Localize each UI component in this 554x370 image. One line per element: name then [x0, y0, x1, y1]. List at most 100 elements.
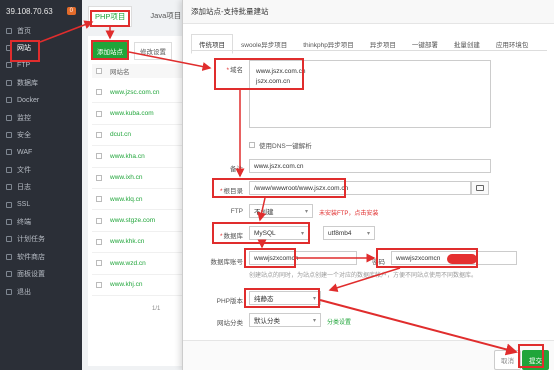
sidebar-item-terminal[interactable]: 终端	[0, 213, 82, 230]
ftp-install-warning[interactable]: 未安装FTP，点击安装	[319, 208, 378, 217]
php-version-label: PHP版本	[216, 298, 243, 305]
row-checkbox[interactable]	[96, 131, 102, 138]
category-label: 网站分类	[217, 320, 243, 327]
sidebar-item-cron[interactable]: 计划任务	[0, 231, 82, 248]
project-tabs: PHP项目 Java项目	[88, 6, 187, 27]
tab-php-project[interactable]: PHP项目	[88, 6, 133, 27]
db-account-input[interactable]: wwwjszxcomcn	[249, 251, 357, 265]
php-version-select[interactable]: 纯静态	[249, 291, 321, 305]
sidebar-item-monitor[interactable]: 监控	[0, 109, 82, 126]
site-list-card: 添加站点 修改设置 网站名 www.jzsc.com.cn www.kuba.c…	[88, 36, 188, 366]
sidebar-item-store[interactable]: 软件商店	[0, 248, 82, 265]
pagination[interactable]: 1/1	[152, 306, 160, 312]
domain-line: jszx.com.cn	[256, 78, 290, 85]
column-site-name: 网站名	[110, 69, 130, 76]
row-checkbox[interactable]	[96, 153, 102, 160]
database-icon	[6, 79, 12, 86]
redaction-mark	[447, 254, 477, 264]
tab-batch-create[interactable]: 批量创建	[446, 34, 488, 54]
tab-one-click-deploy[interactable]: 一键部署	[404, 34, 446, 54]
sidebar-item-home[interactable]: 首页	[0, 22, 82, 39]
sidebar-item-ftp[interactable]: FTP	[0, 57, 82, 74]
sidebar-item-database[interactable]: 数据库	[0, 74, 82, 91]
gear-icon	[6, 271, 12, 278]
globe-icon	[6, 45, 12, 52]
table-row[interactable]: www.kuba.com	[92, 103, 184, 125]
tab-traditional[interactable]: 传统项目	[191, 34, 233, 54]
row-checkbox[interactable]	[96, 89, 102, 96]
submit-button[interactable]: 提交	[522, 350, 549, 370]
root-dir-label: *根目录	[219, 188, 243, 195]
sidebar-item-website[interactable]: 网站	[0, 39, 82, 56]
select-all-checkbox[interactable]	[96, 68, 102, 74]
sidebar-item-files[interactable]: 文件	[0, 161, 82, 178]
domain-label: *域名	[226, 67, 243, 74]
charset-select[interactable]: utf8mb4	[323, 226, 375, 240]
table-row[interactable]: www.khk.cn	[92, 232, 184, 254]
store-icon	[6, 253, 12, 260]
sidebar-item-waf[interactable]: WAF	[0, 144, 82, 161]
root-dir-input[interactable]: /www/wwwroot/www.jszx.com.cn	[249, 181, 471, 195]
notification-badge[interactable]: 0	[66, 7, 76, 15]
sidebar-item-logout[interactable]: 退出	[0, 283, 82, 300]
dialog-title: 添加站点-支持批量建站	[183, 0, 554, 24]
table-row[interactable]: www.khj.cn	[92, 275, 184, 296]
remark-label: 备注	[230, 166, 243, 173]
ftp-icon	[6, 62, 12, 69]
cancel-button[interactable]: 取消	[494, 350, 521, 370]
table-row[interactable]: www.stgze.com	[92, 210, 184, 232]
clock-icon	[6, 236, 12, 243]
category-settings-link[interactable]: 分类设置	[327, 317, 351, 326]
db-account-label: 数据库账号	[210, 259, 244, 266]
tab-app-env[interactable]: 应用环境包	[488, 34, 537, 54]
remark-input[interactable]: www.jszx.com.cn	[249, 159, 491, 173]
category-select[interactable]: 默认分类	[249, 313, 321, 327]
sidebar-nav: 首页 网站 FTP 数据库 Docker 监控 安全 WAF 文件 日志 SSL…	[0, 22, 82, 300]
table-row[interactable]: www.klq.cn	[92, 189, 184, 211]
site-rows: www.jzsc.com.cn www.kuba.com dcut.cn www…	[92, 82, 184, 296]
row-checkbox[interactable]	[96, 196, 102, 203]
row-checkbox[interactable]	[96, 174, 102, 181]
add-site-button[interactable]: 添加站点	[92, 42, 128, 60]
sidebar-item-docker[interactable]: Docker	[0, 92, 82, 109]
row-checkbox[interactable]	[96, 110, 102, 117]
row-checkbox[interactable]	[96, 260, 102, 267]
sidebar-item-security[interactable]: 安全	[0, 126, 82, 143]
sidebar-item-settings[interactable]: 面板设置	[0, 265, 82, 282]
row-checkbox[interactable]	[96, 217, 102, 224]
dialog-tabs: 传统项目 swoole异步项目 thinkphp异步项目 异步项目 一键部署 批…	[191, 34, 536, 54]
tab-swoole[interactable]: swoole异步项目	[233, 34, 295, 54]
table-row[interactable]: dcut.cn	[92, 125, 184, 147]
password-label: 密码	[372, 259, 385, 266]
database-select[interactable]: MySQL	[249, 226, 309, 240]
sidebar: 39.108.70.63 0 首页 网站 FTP 数据库 Docker 监控 安…	[0, 0, 82, 370]
sidebar-item-logs[interactable]: 日志	[0, 179, 82, 196]
lock-icon	[6, 201, 12, 208]
dns-checkbox[interactable]	[249, 142, 255, 148]
add-site-dialog: 添加站点-支持批量建站 传统项目 swoole异步项目 thinkphp异步项目…	[182, 0, 554, 370]
table-row[interactable]: www.wzd.cn	[92, 253, 184, 275]
modify-settings-button[interactable]: 修改设置	[134, 42, 172, 60]
tab-thinkphp[interactable]: thinkphp异步项目	[295, 34, 362, 54]
server-host: 39.108.70.63 0	[0, 0, 82, 22]
host-ip: 39.108.70.63	[6, 6, 53, 16]
table-row[interactable]: www.kha.cn	[92, 146, 184, 168]
docker-icon	[6, 97, 12, 104]
browse-folder-button[interactable]	[471, 181, 489, 195]
tab-java-project[interactable]: Java项目	[144, 6, 187, 27]
table-row[interactable]: www.jzsc.com.cn	[92, 82, 184, 104]
ftp-select[interactable]: 不创建	[249, 204, 313, 218]
domain-line: www.jszx.com.cn	[256, 68, 306, 75]
sidebar-item-ssl[interactable]: SSL	[0, 196, 82, 213]
database-label: *数据库	[219, 233, 243, 240]
row-checkbox[interactable]	[96, 238, 102, 245]
dns-resolve-option[interactable]: 使用DNS一键解析	[249, 140, 312, 150]
domain-textarea[interactable]: www.jszx.com.cn jszx.com.cn	[249, 60, 491, 128]
logout-icon	[6, 288, 12, 295]
row-checkbox[interactable]	[96, 281, 102, 288]
home-icon	[6, 27, 12, 34]
db-help-note: 创建站点的同时，为站点创建一个对应的数据库帐户，方便不同站点使用不同数据库。	[249, 273, 478, 279]
tab-async[interactable]: 异步项目	[362, 34, 404, 54]
tab-divider	[191, 50, 547, 51]
table-row[interactable]: www.ixh.cn	[92, 168, 184, 189]
